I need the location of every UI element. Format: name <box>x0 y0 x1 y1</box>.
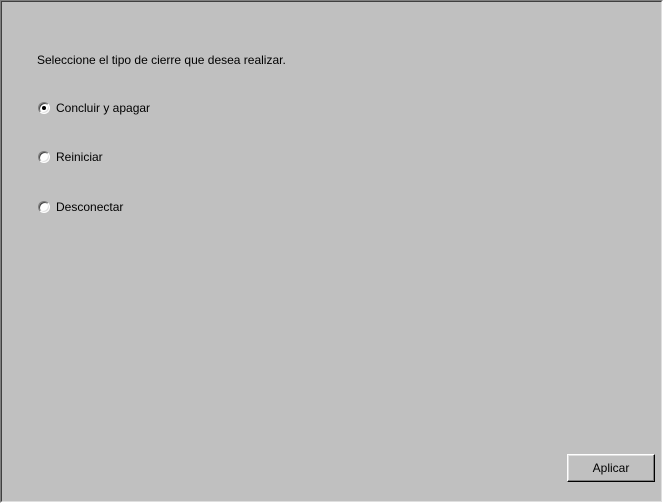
panel-frame <box>1 1 662 502</box>
radio-button-selected-icon[interactable] <box>38 102 50 114</box>
option-shutdown-label[interactable]: Concluir y apagar <box>56 101 150 115</box>
option-logoff[interactable]: Desconectar <box>38 200 123 214</box>
apply-button[interactable]: Aplicar <box>567 454 655 482</box>
option-restart-label[interactable]: Reiniciar <box>56 150 103 164</box>
option-logoff-label[interactable]: Desconectar <box>56 200 123 214</box>
radio-button-icon[interactable] <box>38 151 50 163</box>
shutdown-panel: Seleccione el tipo de cierre que desea r… <box>0 0 663 503</box>
option-restart[interactable]: Reiniciar <box>38 150 103 164</box>
option-shutdown[interactable]: Concluir y apagar <box>38 101 150 115</box>
radio-button-icon[interactable] <box>38 201 50 213</box>
instruction-text: Seleccione el tipo de cierre que desea r… <box>37 53 286 67</box>
